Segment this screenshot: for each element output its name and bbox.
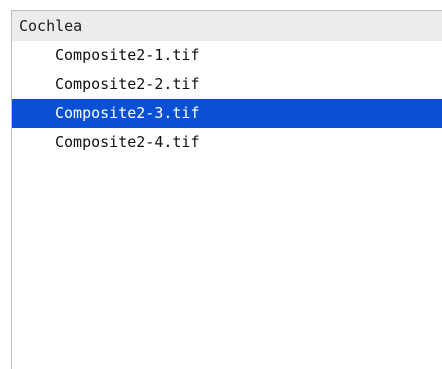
file-item-composite2-2[interactable]: Composite2-2.tif bbox=[12, 70, 442, 99]
file-item-composite2-1[interactable]: Composite2-1.tif bbox=[12, 41, 442, 70]
group-header-cochlea[interactable]: Cochlea bbox=[12, 11, 442, 41]
file-list: Composite2-1.tif Composite2-2.tif Compos… bbox=[12, 41, 442, 157]
file-item-composite2-4[interactable]: Composite2-4.tif bbox=[12, 128, 442, 157]
file-item-composite2-3[interactable]: Composite2-3.tif bbox=[12, 99, 442, 128]
file-browser-panel: Cochlea Composite2-1.tif Composite2-2.ti… bbox=[11, 10, 442, 369]
